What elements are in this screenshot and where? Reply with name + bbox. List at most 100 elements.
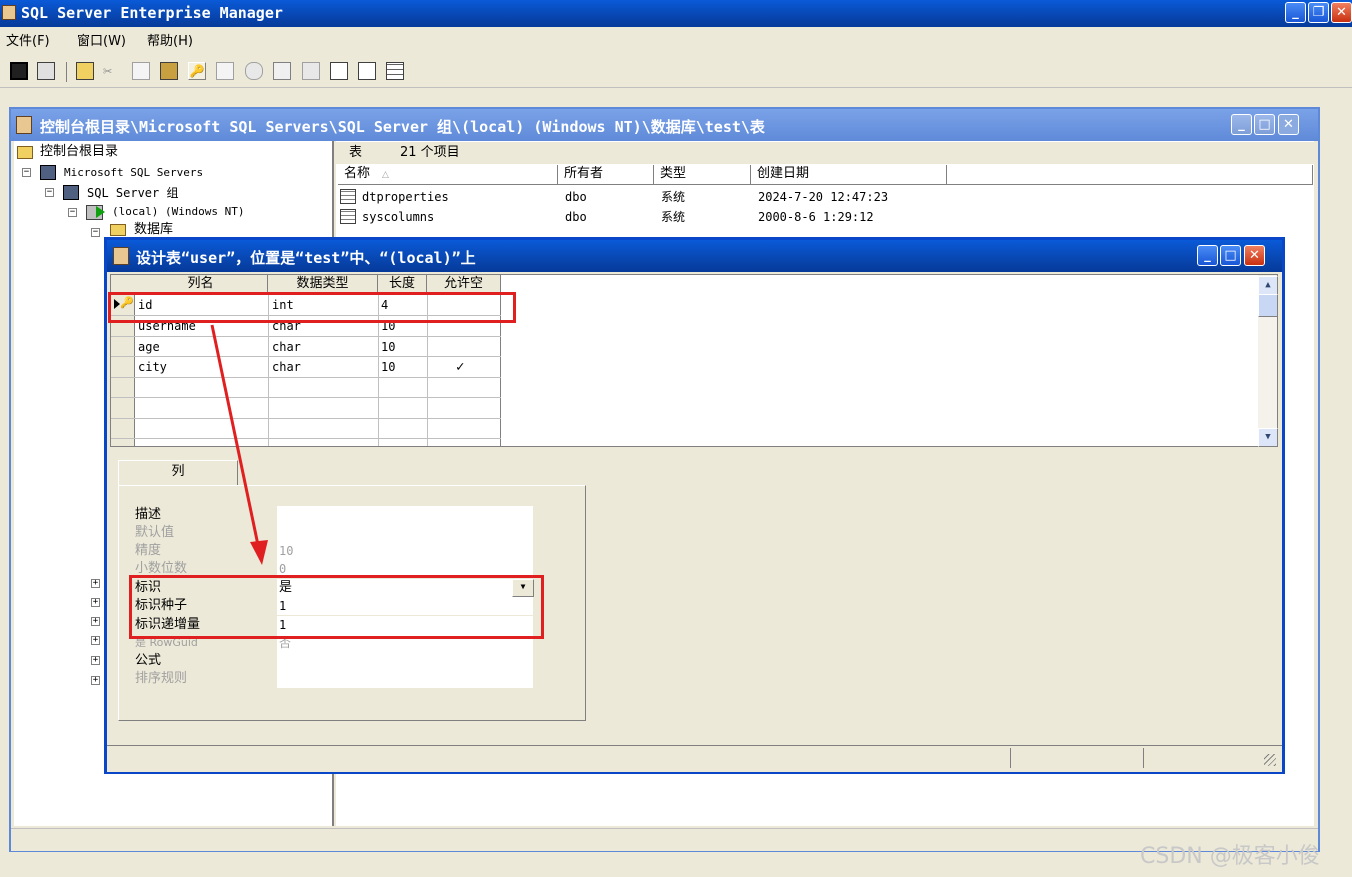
tree-expander-group[interactable]: − — [45, 188, 54, 197]
tab-columns-label: 列 — [171, 464, 185, 479]
manage-constraints-icon[interactable] — [273, 62, 291, 80]
table-icon — [340, 189, 356, 204]
primary-key-icon[interactable]: 🔑 — [188, 62, 206, 80]
column-nullable: ✓ — [456, 359, 465, 375]
column-name: city — [138, 360, 167, 374]
console-title: 控制台根目录\Microsoft SQL Servers\SQL Server … — [40, 118, 765, 136]
tree-group[interactable]: SQL Server 组 — [87, 184, 178, 202]
tree-expander-5[interactable]: + — [91, 656, 100, 665]
app-titlebar: SQL Server Enterprise Manager _ ❐ ✕ — [0, 0, 1352, 27]
properties-icon[interactable] — [37, 62, 55, 80]
design-title: 设计表“user”，位置是“test”中、“(local)”上 — [136, 249, 476, 267]
tree-servers[interactable]: Microsoft SQL Servers — [64, 164, 203, 182]
console-icon — [16, 116, 32, 134]
scroll-thumb[interactable] — [1258, 294, 1278, 317]
manage-indexes-icon[interactable] — [245, 62, 263, 80]
column-row[interactable]: age char 10 — [134, 337, 500, 357]
resize-grip-icon[interactable] — [1264, 754, 1276, 766]
tree-expander-3[interactable]: + — [91, 617, 100, 626]
console-titlebar: 控制台根目录\Microsoft SQL Servers\SQL Server … — [11, 109, 1318, 141]
scroll-down-button[interactable]: ▼ — [1258, 428, 1278, 447]
server-icon — [63, 185, 79, 200]
design-maximize-button[interactable]: □ — [1220, 245, 1241, 266]
server-group-icon — [40, 165, 56, 180]
grid-line — [111, 418, 501, 419]
toolbar-separator — [66, 62, 67, 82]
tree-expander-4[interactable]: + — [91, 636, 100, 645]
close-button[interactable]: ✕ — [1331, 2, 1352, 23]
tree-root[interactable]: 控制台根目录 — [40, 143, 118, 161]
tree-expander-2[interactable]: + — [91, 598, 100, 607]
prop-value-formula[interactable] — [277, 652, 533, 670]
table-grid-icon[interactable] — [386, 62, 404, 80]
relationship-diagram-icon[interactable] — [330, 62, 348, 80]
insert-column-icon[interactable] — [358, 62, 376, 80]
grid-line — [111, 438, 501, 439]
column-row[interactable]: city char 10 ✓ — [134, 357, 500, 377]
prop-label-formula: 公式 — [135, 653, 162, 668]
design-close-button[interactable]: ✕ — [1244, 245, 1265, 266]
copy-icon[interactable] — [132, 62, 150, 80]
prop-value-precision[interactable]: 10 — [277, 542, 533, 560]
table-name: syscolumns — [362, 210, 435, 224]
col-header-created[interactable]: 创建日期 — [751, 165, 947, 185]
tree-local[interactable]: (local) (Windows NT) — [112, 203, 244, 221]
design-minimize-button[interactable]: _ — [1197, 245, 1218, 266]
menu-file[interactable]: 文件(F) — [6, 27, 50, 57]
folder-icon — [17, 146, 33, 159]
running-arrow-icon — [96, 206, 105, 218]
minimize-icon: _ — [1292, 5, 1299, 20]
tree-expander-local[interactable]: − — [68, 208, 77, 217]
status-separator — [1143, 748, 1144, 768]
console-maximize-button[interactable]: □ — [1254, 114, 1275, 135]
list-caption-count: 21 个项目 — [400, 145, 460, 160]
design-maximize-icon: □ — [1224, 248, 1237, 263]
tree-expander-servers[interactable]: − — [22, 168, 31, 177]
table-row[interactable]: syscolumns dbo 系统 2000-8-6 1:29:12 — [338, 207, 1038, 227]
grid-empty-bg — [501, 275, 1255, 446]
cut-icon[interactable]: ✂ — [103, 62, 121, 80]
menu-bar: 文件(F) 窗口(W) 帮助(H) — [0, 27, 1352, 57]
highlight-id-row — [108, 292, 516, 323]
paste-icon[interactable] — [160, 62, 178, 80]
annotation-arrow — [210, 324, 268, 565]
col-header-type[interactable]: 类型 — [654, 165, 751, 185]
manage-relationships-icon[interactable] — [216, 62, 234, 80]
save-icon[interactable] — [10, 62, 28, 80]
close-icon: ✕ — [1336, 5, 1347, 20]
tree-expander-1[interactable]: + — [91, 579, 100, 588]
console-minimize-icon: _ — [1238, 117, 1245, 132]
prop-value-default[interactable] — [277, 524, 533, 542]
watermark: CSDN @极客小俊 — [1140, 844, 1320, 869]
console-close-button[interactable]: ✕ — [1278, 114, 1299, 135]
app-icon — [2, 5, 16, 20]
tree-expander-6[interactable]: + — [91, 676, 100, 685]
column-name: age — [138, 340, 160, 354]
table-row[interactable]: dtproperties dbo 系统 2024-7-20 12:47:23 — [338, 187, 1038, 207]
col-header-owner[interactable]: 所有者 — [558, 165, 654, 185]
prop-value-desc[interactable] — [277, 506, 533, 524]
tree-expander-databases[interactable]: − — [91, 228, 100, 237]
restore-button[interactable]: ❐ — [1308, 2, 1329, 23]
generate-script-icon[interactable] — [76, 62, 94, 80]
sort-arrow-icon: △ — [382, 170, 389, 180]
table-owner: dbo — [565, 190, 587, 204]
console-status-bar — [11, 828, 1318, 851]
col-header-name-label: 名称 — [344, 166, 371, 181]
design-titlebar: 设计表“user”，位置是“test”中、“(local)”上 _ □ ✕ — [107, 240, 1282, 272]
prop-value-collation[interactable] — [277, 670, 533, 688]
minimize-button[interactable]: _ — [1285, 2, 1306, 23]
console-close-icon: ✕ — [1283, 117, 1294, 132]
design-minimize-icon: _ — [1204, 248, 1211, 263]
table-created: 2000-8-6 1:29:12 — [758, 210, 874, 224]
prop-label-collation: 排序规则 — [135, 671, 188, 686]
manage-triggers-icon[interactable] — [302, 62, 320, 80]
scroll-up-button[interactable]: ▲ — [1258, 276, 1278, 295]
col-header-filler — [947, 165, 1313, 185]
table-type: 系统 — [661, 210, 686, 224]
col-header-name[interactable]: 名称 △ — [338, 165, 558, 185]
menu-help[interactable]: 帮助(H) — [147, 27, 193, 57]
menu-window[interactable]: 窗口(W) — [77, 27, 126, 57]
table-owner: dbo — [565, 210, 587, 224]
console-minimize-button[interactable]: _ — [1231, 114, 1252, 135]
